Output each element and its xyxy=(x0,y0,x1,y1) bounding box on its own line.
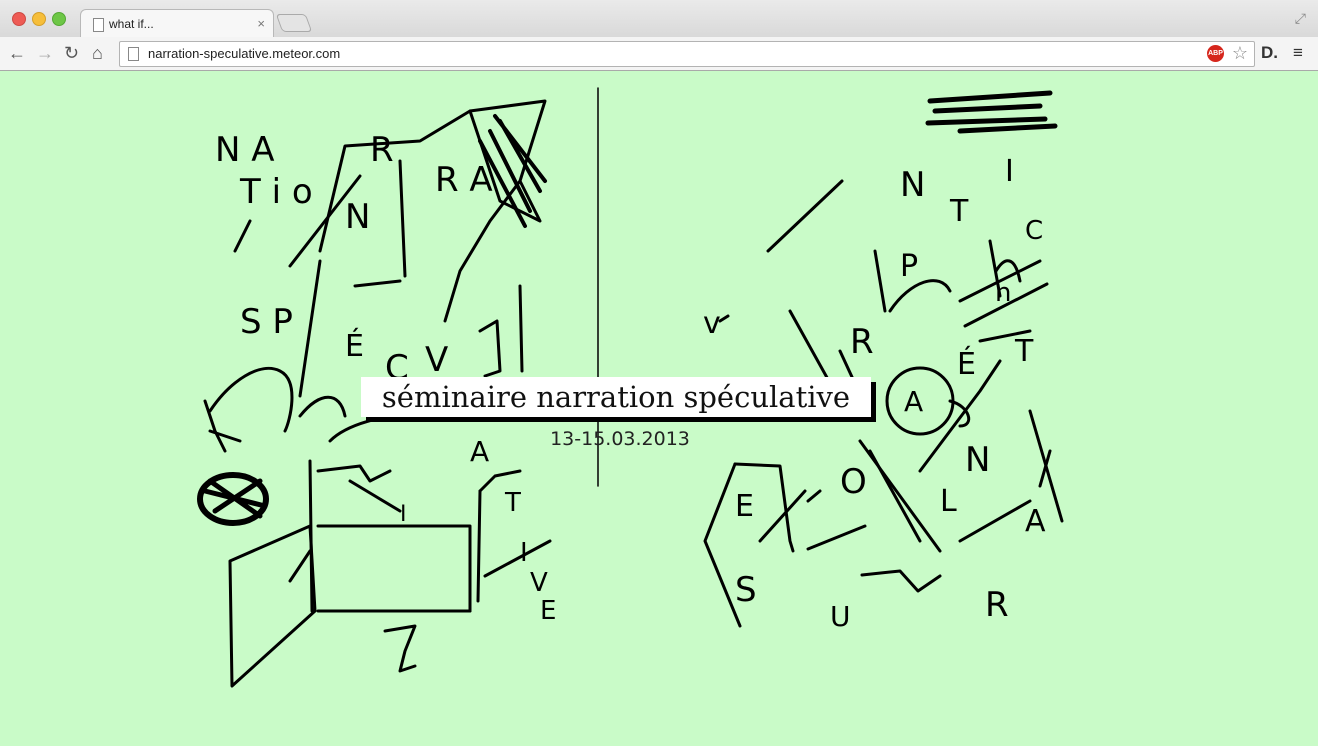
svg-text:A: A xyxy=(904,385,923,418)
svg-text:I: I xyxy=(1005,154,1014,189)
minimize-window-button[interactable] xyxy=(32,12,46,26)
svg-text:T: T xyxy=(504,488,521,518)
fullscreen-icon[interactable]: ⤢ xyxy=(1295,10,1306,27)
svg-text:R: R xyxy=(370,130,394,170)
home-icon[interactable]: ⌂ xyxy=(92,43,103,63)
adblock-icon[interactable]: ABP xyxy=(1207,45,1224,62)
svg-text:I: I xyxy=(520,538,528,568)
close-window-button[interactable] xyxy=(12,12,26,26)
svg-text:A: A xyxy=(470,435,489,468)
svg-text:T: T xyxy=(1014,334,1034,369)
svg-text:L: L xyxy=(940,484,957,519)
svg-text:V: V xyxy=(425,340,448,380)
page-icon xyxy=(93,18,104,32)
tab-close-icon[interactable]: × xyxy=(257,16,265,31)
browser-tab[interactable]: what if... × xyxy=(80,9,274,38)
svg-text:N: N xyxy=(965,440,990,480)
svg-text:N: N xyxy=(345,197,370,237)
page-icon xyxy=(128,47,139,61)
seminar-title-box: séminaire narration spéculative xyxy=(361,377,871,417)
new-tab-button[interactable] xyxy=(275,14,313,32)
seminar-date: 13-15.03.2013 xyxy=(550,428,690,450)
extension-icon[interactable]: D. xyxy=(1261,43,1278,63)
svg-text:A: A xyxy=(1025,504,1046,539)
svg-text:R: R xyxy=(985,585,1009,625)
address-bar[interactable]: narration-speculative.meteor.com ABP ☆ xyxy=(119,41,1255,67)
menu-icon[interactable]: ≡ xyxy=(1293,43,1303,63)
svg-text:R A: R A xyxy=(435,160,493,200)
browser-toolbar: ← → ↻ ⌂ narration-speculative.meteor.com… xyxy=(0,37,1318,71)
svg-text:T: T xyxy=(949,194,969,229)
svg-text:I: I xyxy=(400,502,407,527)
seminar-title: séminaire narration spéculative xyxy=(381,380,851,414)
svg-text:C: C xyxy=(1025,216,1043,246)
svg-text:É: É xyxy=(345,328,364,364)
svg-text:U: U xyxy=(830,600,851,633)
svg-text:v: v xyxy=(703,306,721,341)
svg-text:S P: S P xyxy=(240,302,293,342)
back-icon[interactable]: ← xyxy=(8,43,26,63)
svg-text:E: E xyxy=(735,489,754,524)
svg-text:n: n xyxy=(995,278,1011,308)
svg-text:R: R xyxy=(850,322,874,362)
svg-text:V: V xyxy=(530,568,548,598)
reload-icon[interactable]: ↻ xyxy=(64,43,79,63)
forward-icon[interactable]: → xyxy=(36,43,54,63)
star-icon[interactable]: ☆ xyxy=(1232,43,1248,64)
svg-text:T i o: T i o xyxy=(239,172,313,212)
svg-text:P: P xyxy=(900,249,918,284)
tab-title: what if... xyxy=(109,17,154,31)
url-text[interactable]: narration-speculative.meteor.com xyxy=(148,46,340,61)
svg-text:É: É xyxy=(957,346,976,382)
maximize-window-button[interactable] xyxy=(52,12,66,26)
svg-text:E: E xyxy=(540,596,556,626)
window-titlebar: what if... × ⤢ xyxy=(0,0,1318,38)
page-viewport: N A R T i o N R A S P É C V A T I V E I … xyxy=(0,71,1318,746)
svg-text:N: N xyxy=(900,165,925,205)
svg-text:S: S xyxy=(735,570,757,610)
svg-text:N A: N A xyxy=(215,130,275,170)
svg-text:O: O xyxy=(840,462,867,502)
